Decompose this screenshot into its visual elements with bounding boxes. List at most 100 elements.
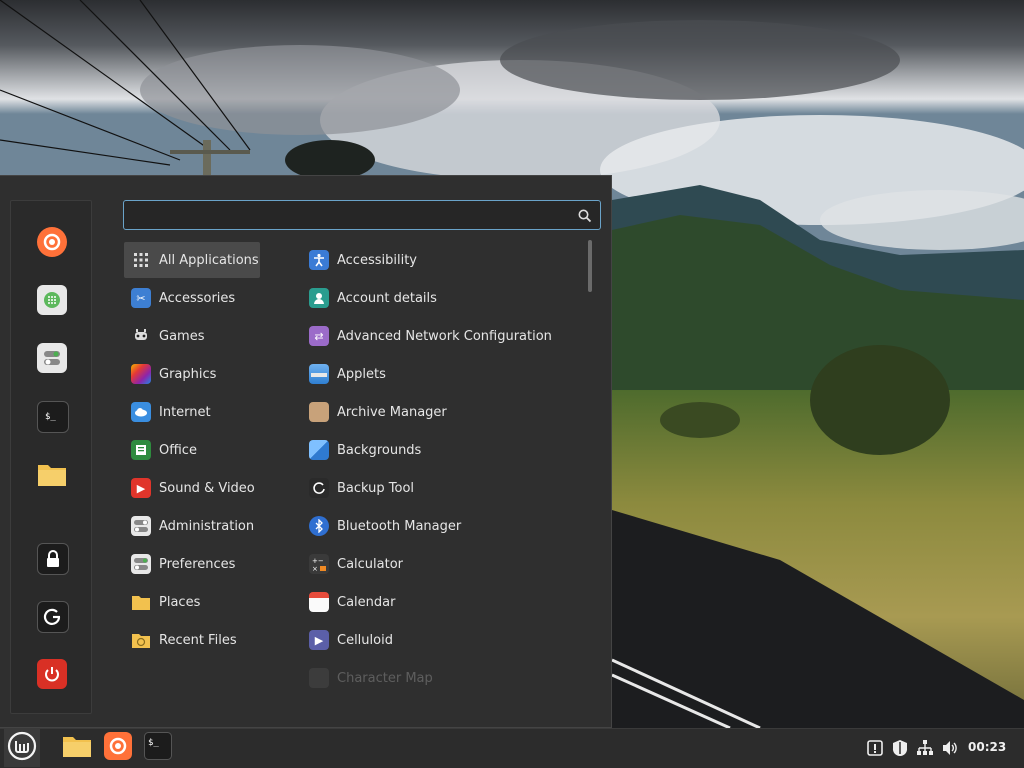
category-places[interactable]: Places — [124, 584, 260, 620]
category-office[interactable]: Office — [124, 432, 260, 468]
grid-icon — [131, 250, 151, 270]
app-list-scrollbar[interactable] — [588, 240, 592, 292]
category-label: Accessories — [159, 290, 236, 306]
backgrounds-icon — [309, 440, 329, 460]
app-applets[interactable]: Applets — [303, 356, 583, 392]
terminal-launcher[interactable]: $_ — [143, 732, 173, 764]
calendar-icon — [309, 592, 329, 612]
document-icon — [131, 440, 151, 460]
category-label: Administration — [159, 518, 255, 534]
cloud-icon — [131, 402, 151, 422]
app-label: Backgrounds — [337, 442, 422, 458]
archive-icon — [309, 402, 329, 422]
category-recent-files[interactable]: Recent Files — [124, 622, 260, 658]
firefox-launcher[interactable] — [103, 732, 133, 764]
network-icon: ⇄ — [309, 326, 329, 346]
app-backup-tool[interactable]: Backup Tool — [303, 470, 583, 506]
toggles-icon — [131, 516, 151, 536]
app-account-details[interactable]: Account details — [303, 280, 583, 316]
app-label: Applets — [337, 366, 386, 382]
category-label: Sound & Video — [159, 480, 255, 496]
volume-icon[interactable] — [941, 739, 959, 757]
category-games[interactable]: Games — [124, 318, 260, 354]
category-internet[interactable]: Internet — [124, 394, 260, 430]
files-folder-icon[interactable] — [37, 459, 67, 489]
charmap-icon — [309, 668, 329, 688]
firefox-icon — [104, 732, 132, 764]
celluloid-icon: ▶ — [309, 630, 329, 650]
app-label: Advanced Network Configuration — [337, 328, 552, 344]
terminal-icon: $_ — [144, 732, 172, 764]
app-celluloid[interactable]: ▶ Celluloid — [303, 622, 583, 658]
application-menu: $_ All Applications ✂ Accessories Games … — [0, 175, 612, 728]
firefox-icon[interactable] — [37, 227, 67, 257]
app-label: Accessibility — [337, 252, 417, 268]
app-label: Celluloid — [337, 632, 393, 648]
category-sound-video[interactable]: ▶ Sound & Video — [124, 470, 260, 506]
app-label: Archive Manager — [337, 404, 447, 420]
lock-screen-icon[interactable] — [37, 543, 69, 575]
shield-icon[interactable] — [891, 739, 909, 757]
software-manager-icon[interactable] — [37, 285, 67, 315]
system-settings-icon[interactable] — [37, 343, 67, 373]
search-box[interactable] — [123, 200, 601, 230]
category-label: All Applications — [159, 252, 259, 268]
update-manager-icon[interactable] — [866, 739, 884, 757]
search-icon — [578, 208, 592, 227]
category-label: Internet — [159, 404, 211, 420]
mint-logo-icon — [7, 731, 37, 765]
app-accessibility[interactable]: Accessibility — [303, 242, 583, 278]
accessibility-icon — [309, 250, 329, 270]
logout-icon[interactable] — [37, 601, 69, 633]
svg-text:$_: $_ — [148, 738, 159, 748]
app-archive-manager[interactable]: Archive Manager — [303, 394, 583, 430]
app-label: Backup Tool — [337, 480, 415, 496]
app-bluetooth-manager[interactable]: Bluetooth Manager — [303, 508, 583, 544]
app-label: Calculator — [337, 556, 404, 572]
bluetooth-icon — [309, 516, 329, 536]
app-calculator[interactable]: +− × Calculator — [303, 546, 583, 582]
app-advanced-network-configuration[interactable]: ⇄ Advanced Network Configuration — [303, 318, 583, 354]
user-icon — [309, 288, 329, 308]
app-calendar[interactable]: Calendar — [303, 584, 583, 620]
category-label: Places — [159, 594, 201, 610]
folder-icon — [131, 592, 151, 612]
category-label: Office — [159, 442, 197, 458]
play-icon: ▶ — [131, 478, 151, 498]
folder-icon — [62, 734, 92, 762]
app-label: Bluetooth Manager — [337, 518, 462, 534]
category-accessories[interactable]: ✂ Accessories — [124, 280, 260, 316]
calculator-icon: +− × — [309, 554, 329, 574]
clock[interactable]: 00:23 — [968, 740, 1006, 754]
category-administration[interactable]: Administration — [124, 508, 260, 544]
shutdown-icon[interactable] — [37, 659, 67, 689]
category-label: Graphics — [159, 366, 217, 382]
category-label: Preferences — [159, 556, 236, 572]
app-backgrounds[interactable]: Backgrounds — [303, 432, 583, 468]
svg-text:×: × — [312, 565, 318, 572]
svg-text:+−: +− — [312, 557, 324, 565]
files-launcher[interactable] — [62, 733, 92, 763]
clock-folder-icon — [131, 630, 151, 650]
category-label: Recent Files — [159, 632, 237, 648]
palette-icon — [131, 364, 151, 384]
svg-text:$_: $_ — [45, 412, 56, 422]
category-label: Games — [159, 328, 205, 344]
search-input[interactable] — [132, 205, 576, 227]
applets-icon — [309, 364, 329, 384]
app-character-map[interactable]: Character Map — [303, 660, 583, 696]
category-preferences[interactable]: Preferences — [124, 546, 260, 582]
bottom-panel: $_ 00:23 — [0, 728, 1024, 768]
network-icon[interactable] — [916, 739, 934, 757]
category-all-applications[interactable]: All Applications — [124, 242, 260, 278]
favorites-sidebar: $_ — [10, 200, 92, 714]
app-label: Account details — [337, 290, 437, 306]
menu-button[interactable] — [4, 729, 40, 767]
gamepad-icon — [131, 326, 151, 346]
backup-icon — [309, 478, 329, 498]
terminal-icon[interactable]: $_ — [37, 401, 69, 433]
category-graphics[interactable]: Graphics — [124, 356, 260, 392]
switches-icon — [131, 554, 151, 574]
app-label: Character Map — [337, 670, 433, 686]
scissors-icon: ✂ — [131, 288, 151, 308]
